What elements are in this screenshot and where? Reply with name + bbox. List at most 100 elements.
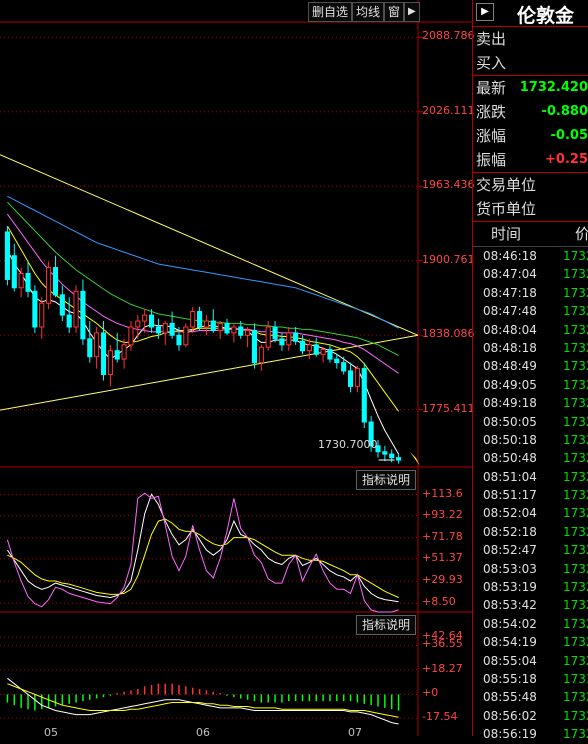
price-axis-label: 1963.436 (422, 178, 475, 192)
candle-body (217, 322, 223, 332)
amp-value: +0.25 (545, 152, 588, 167)
tick-time: 08:55:04 (483, 653, 537, 668)
date-label-05: 05 (44, 726, 58, 739)
candle-body (396, 457, 402, 461)
tick-row[interactable]: 08:47:48 1732 (473, 302, 588, 320)
indicator1-k-line (6, 493, 399, 603)
price-axis-label: 1900.761 (422, 252, 475, 266)
tick-row[interactable]: 08:51:17 1732 (473, 486, 588, 504)
tick-time: 08:48:49 (483, 359, 537, 374)
tick-row[interactable]: 08:46:18 1732 (473, 247, 588, 265)
tick-row[interactable]: 08:48:49 1732 (473, 357, 588, 375)
tick-time: 08:48:04 (483, 322, 537, 337)
tick-row[interactable]: 08:49:18 1732 (473, 394, 588, 412)
candle-body (258, 346, 264, 364)
trade-unit-row: 交易单位 (473, 173, 588, 197)
indicator2-help-button[interactable]: 指标说明 (356, 615, 416, 635)
tick-price: 1732 (563, 488, 588, 503)
candle-body (73, 290, 79, 328)
tick-price: 1732 (563, 616, 588, 631)
tick-list[interactable]: 08:46:18173208:47:04173208:47:18173208:4… (473, 247, 588, 744)
tick-price: 1732 (563, 359, 588, 374)
tick-time: 08:55:18 (483, 671, 537, 686)
tick-price: 1732 (563, 285, 588, 300)
tick-row[interactable]: 08:49:05 1732 (473, 376, 588, 394)
delete-favorite-button[interactable]: 删自选 (308, 2, 353, 22)
window-button[interactable]: 窗 (384, 2, 405, 22)
tick-row[interactable]: 08:52:47 1732 (473, 541, 588, 559)
tick-row[interactable]: 08:47:18 1732 (473, 284, 588, 302)
candle-body (210, 320, 216, 332)
price-axis-label: 1775.411 (422, 401, 475, 415)
pct-label: 涨幅 (476, 127, 507, 145)
candle-body (224, 322, 230, 334)
indicator1-axis-label: +93.22 (422, 507, 463, 521)
tick-time: 08:49:05 (483, 377, 537, 392)
currency-unit-label: 货币单位 (476, 200, 537, 218)
tick-row[interactable]: 08:47:04 1732 (473, 265, 588, 283)
ticks-header: 时间 价 (473, 222, 588, 247)
tick-row[interactable]: 08:55:48 1732 (473, 688, 588, 706)
tick-row[interactable]: 08:55:18 1731 (473, 670, 588, 688)
tick-price: 1731 (563, 671, 588, 686)
pct-row: 涨幅 -0.05 (473, 124, 588, 148)
currency-unit-row: 货币单位 (473, 197, 588, 222)
tick-row[interactable]: 08:50:18 1732 (473, 431, 588, 449)
tick-row[interactable]: 08:56:19 1732 (473, 725, 588, 743)
tick-price: 1732 (563, 414, 588, 429)
candle-body (341, 362, 347, 372)
change-row: 涨跌 -0.880 (473, 100, 588, 124)
tick-price: 1732 (563, 506, 588, 521)
tick-row[interactable]: 08:53:03 1732 (473, 560, 588, 578)
sell-label: 卖出 (476, 30, 507, 48)
tick-row[interactable]: 08:48:18 1732 (473, 339, 588, 357)
candle-body (162, 322, 168, 334)
tick-time: 08:52:04 (483, 506, 537, 521)
tick-price: 1732 (563, 304, 588, 319)
tick-price: 1732 (563, 727, 588, 742)
right-triangle-icon[interactable]: ▶ (404, 2, 420, 22)
tick-row[interactable]: 08:54:19 1732 (473, 633, 588, 651)
tick-row[interactable]: 08:51:04 1732 (473, 468, 588, 486)
candle-body (389, 453, 395, 459)
candle-body (361, 368, 367, 423)
candle-body (231, 326, 237, 334)
tick-row[interactable]: 08:54:02 1732 (473, 615, 588, 633)
time-header: 时间 (491, 225, 522, 243)
tick-row[interactable]: 08:52:04 1732 (473, 504, 588, 522)
indicator1-d-line (7, 518, 399, 598)
price-axis-label: 1838.086 (422, 327, 475, 341)
tick-row[interactable]: 08:53:42 1732 (473, 596, 588, 614)
moving-average-button[interactable]: 均线 (352, 2, 385, 22)
tick-row[interactable]: 08:50:05 1732 (473, 413, 588, 431)
candle-body (128, 326, 134, 346)
chart-toolbar: 删自选 均线 窗 ▶ (308, 2, 420, 22)
tick-price: 1732 (563, 653, 588, 668)
candle-body (169, 322, 175, 336)
tick-time: 08:50:05 (483, 414, 537, 429)
candle-body (299, 340, 306, 352)
kline-chart-area[interactable]: 删自选 均线 窗 ▶ 2088.786 2026.111 1963.436 1900.… (0, 0, 475, 739)
amp-row: 振幅 +0.25 (473, 148, 588, 173)
tick-price: 1732 (563, 249, 588, 263)
candle-body (4, 231, 10, 280)
tick-row[interactable]: 08:55:04 1732 (473, 652, 588, 670)
indicator1-help-button[interactable]: 指标说明 (356, 470, 416, 490)
tick-row[interactable]: 08:50:48 1732 (473, 449, 588, 467)
tick-price: 1732 (563, 635, 588, 650)
candle-body (46, 267, 52, 304)
tick-row[interactable]: 08:53:19 1732 (473, 578, 588, 596)
candle-body (334, 358, 340, 364)
candle-body (148, 314, 155, 328)
buy-label: 买入 (476, 54, 507, 72)
indicator2-axis-label: +18.27 (422, 661, 463, 675)
candle-body (87, 338, 93, 358)
tick-row[interactable]: 08:52:18 1732 (473, 523, 588, 541)
candle-body (25, 273, 31, 292)
tick-row[interactable]: 08:56:02 1732 (473, 707, 588, 725)
tick-row[interactable]: 08:48:04 1732 (473, 321, 588, 339)
candle-body (155, 326, 161, 334)
tick-time: 08:47:04 (483, 267, 537, 282)
right-triangle-icon[interactable]: ▶ (476, 3, 494, 21)
tick-price: 1732 (563, 690, 588, 705)
